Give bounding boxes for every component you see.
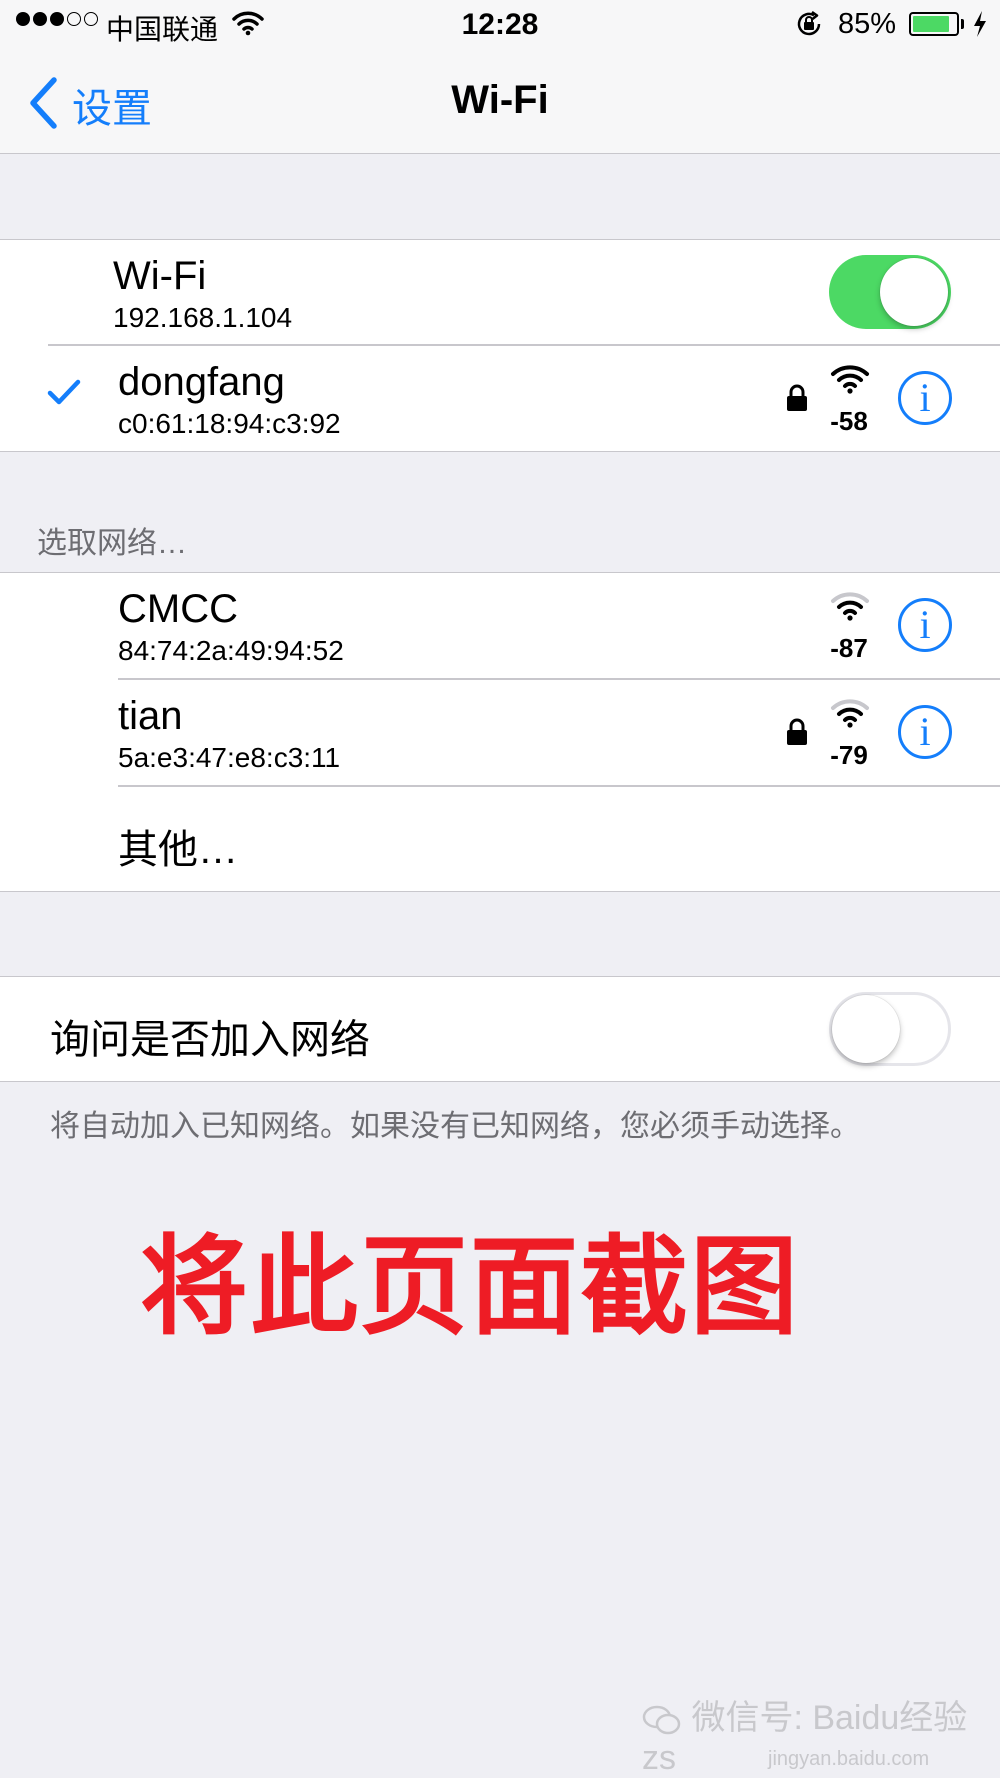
ask-join-description: 将自动加入已知网络。如果没有已知网络，您必须手动选择。 [50,1110,860,1143]
ask-join-toggle-switch[interactable] [829,992,951,1066]
connected-network-row[interactable]: dongfang c0:61:18:94:c3:92 -58 i [0,346,1000,451]
rotation-lock-icon [795,10,823,43]
info-icon: i [919,602,931,647]
ask-join-row: 询问是否加入网络 [0,977,1000,1081]
info-icon: i [919,375,931,420]
wifi-signal-icon [830,698,870,733]
wifi-ip-address: 192.168.1.104 [113,302,293,333]
network-name: tian [118,694,183,738]
checkmark-icon [47,378,81,411]
wifi-group: Wi-Fi 192.168.1.104 dongfang c0:61:18:94… [0,239,1000,452]
battery-icon [909,12,959,36]
ask-join-group: 询问是否加入网络 [0,976,1000,1082]
annotation-text: 将此页面截图 [139,1226,800,1347]
signal-strength-value: -79 [830,740,868,770]
network-row[interactable]: CMCC 84:74:2a:49:94:52 -87 i [0,573,1000,678]
info-button[interactable]: i [898,598,952,652]
info-button[interactable]: i [898,371,952,425]
network-mac: 5a:e3:47:e8:c3:11 [118,742,341,773]
lock-icon [786,718,808,751]
info-icon: i [919,709,931,754]
wifi-signal-icon [830,364,870,399]
ask-join-label: 询问是否加入网络 [50,1018,370,1062]
nav-bar: 设置 Wi-Fi [0,50,1000,154]
network-mac: 84:74:2a:49:94:52 [118,635,344,666]
signal-strength-value: -58 [830,406,868,436]
network-name: CMCC [118,587,238,631]
charging-bolt-icon [972,10,988,43]
wifi-label: Wi-Fi [113,254,207,298]
watermark-url: jingyan.baidu.com [768,1748,930,1770]
network-row[interactable]: tian 5a:e3:47:e8:c3:11 -79 i [0,680,1000,785]
lock-icon [786,384,808,417]
signal-strength-value: -87 [830,633,868,663]
wechat-icon [642,1699,691,1737]
other-network-label: 其他… [118,828,238,872]
battery-tip [961,19,964,29]
other-network-row[interactable]: 其他… [0,787,1000,891]
wifi-toggle-switch[interactable] [829,255,951,329]
network-name: dongfang [118,360,285,404]
wifi-signal-icon [830,591,870,626]
page-title: Wi-Fi [451,78,549,122]
status-bar: 中国联通 12:28 85% [0,0,1000,50]
networks-group: CMCC 84:74:2a:49:94:52 -87 i tian 5a:e3:… [0,572,1000,892]
wifi-toggle-row: Wi-Fi 192.168.1.104 [0,240,1000,344]
network-mac: c0:61:18:94:c3:92 [118,408,341,439]
section-header: 选取网络… [37,527,187,560]
info-button[interactable]: i [898,705,952,759]
battery-percent: 85% [838,8,897,40]
